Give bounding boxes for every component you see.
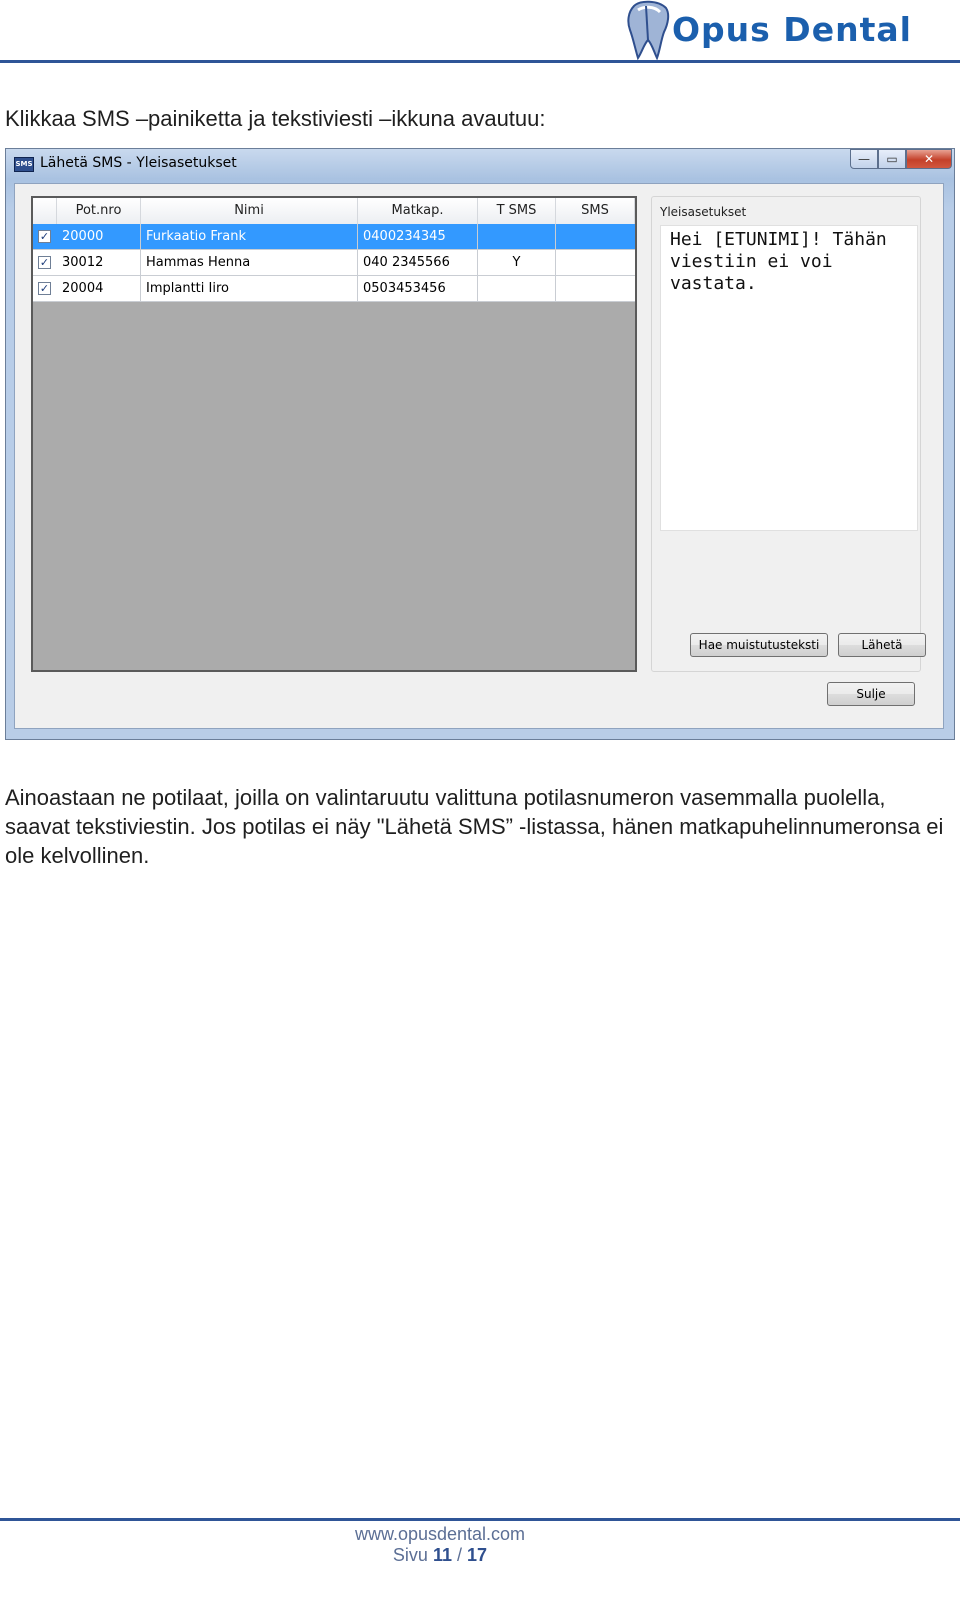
row-checkbox[interactable]: ✓ — [38, 230, 51, 243]
cell-nimi: Furkaatio Frank — [141, 224, 358, 250]
body-paragraph: Ainoastaan ne potilaat, joilla on valint… — [5, 785, 944, 868]
opus-dental-logo: Opus Dental — [622, 0, 952, 60]
page-prefix: Sivu — [392, 1545, 428, 1565]
page-total: 17 — [467, 1545, 488, 1565]
sms-app-icon: SMS — [14, 157, 34, 172]
group-label: Yleisasetukset — [660, 205, 747, 219]
footer-rule — [0, 1518, 960, 1521]
settings-group: Yleisasetukset Hei [ETUNIMI]! Tähän vies… — [651, 196, 926, 672]
maximize-button[interactable]: ▭ — [878, 149, 906, 169]
minimize-button[interactable]: — — [850, 149, 878, 169]
cell-nimi: Implantti Iiro — [141, 276, 358, 302]
header-t-sms[interactable]: T SMS — [478, 198, 556, 224]
cell-t-sms — [478, 276, 556, 302]
row-checkbox-cell: ✓ — [33, 276, 57, 302]
row-checkbox-cell: ✓ — [33, 250, 57, 276]
window-titlebar[interactable]: SMS Lähetä SMS - Yleisasetukset — ▭ ✕ — [6, 149, 954, 183]
fetch-reminder-button[interactable]: Hae muistutusteksti — [690, 633, 828, 657]
window-title: Lähetä SMS - Yleisasetukset — [40, 155, 237, 171]
cell-pot-nro: 20004 — [57, 276, 141, 302]
cell-matkap: 0503453456 — [358, 276, 478, 302]
page-current: 11 — [432, 1545, 452, 1565]
cell-pot-nro: 30012 — [57, 250, 141, 276]
message-textarea[interactable]: Hei [ETUNIMI]! Tähän viestiin ei voi vas… — [660, 225, 918, 531]
header-matkap[interactable]: Matkap. — [358, 198, 478, 224]
cell-t-sms: Y — [478, 250, 556, 276]
tooth-logo-icon — [627, 0, 670, 60]
page-number: Sivu 11 / 17 — [0, 1545, 880, 1566]
cell-pot-nro: 20000 — [57, 224, 141, 250]
header-nimi[interactable]: Nimi — [141, 198, 358, 224]
window-controls: — ▭ ✕ — [850, 149, 952, 169]
footer-url: www.opusdental.com — [354, 1524, 526, 1544]
patient-grid[interactable]: Pot.nro Nimi Matkap. T SMS SMS ✓ 20000 F… — [31, 196, 637, 672]
cell-matkap: 0400234345 — [358, 224, 478, 250]
row-checkbox[interactable]: ✓ — [38, 256, 51, 269]
header-rule — [0, 60, 960, 63]
table-row[interactable]: ✓ 20004 Implantti Iiro 0503453456 — [33, 276, 635, 302]
cell-sms — [556, 276, 635, 302]
cell-nimi: Hammas Henna — [141, 250, 358, 276]
cell-t-sms — [478, 224, 556, 250]
cell-sms — [556, 224, 635, 250]
table-row[interactable]: ✓ 30012 Hammas Henna 040 2345566 Y — [33, 250, 635, 276]
table-row[interactable]: ✓ 20000 Furkaatio Frank 0400234345 — [33, 224, 635, 250]
grid-header: Pot.nro Nimi Matkap. T SMS SMS — [33, 198, 635, 225]
sms-window: SMS Lähetä SMS - Yleisasetukset — ▭ ✕ Po… — [5, 148, 955, 740]
row-checkbox[interactable]: ✓ — [38, 282, 51, 295]
header-sms[interactable]: SMS — [556, 198, 635, 224]
cell-matkap: 040 2345566 — [358, 250, 478, 276]
page-separator: / — [457, 1545, 463, 1565]
close-button[interactable]: Sulje — [827, 682, 915, 706]
intro-text: Klikkaa SMS –painiketta ja tekstiviesti … — [5, 106, 546, 131]
header-pot-nro[interactable]: Pot.nro — [57, 198, 141, 224]
header-checkbox-col — [33, 198, 57, 224]
cell-sms — [556, 250, 635, 276]
window-client-area: Pot.nro Nimi Matkap. T SMS SMS ✓ 20000 F… — [14, 183, 944, 729]
logo-text: Opus Dental — [672, 10, 912, 49]
send-button[interactable]: Lähetä — [838, 633, 926, 657]
close-window-button[interactable]: ✕ — [906, 149, 952, 169]
row-checkbox-cell: ✓ — [33, 224, 57, 250]
